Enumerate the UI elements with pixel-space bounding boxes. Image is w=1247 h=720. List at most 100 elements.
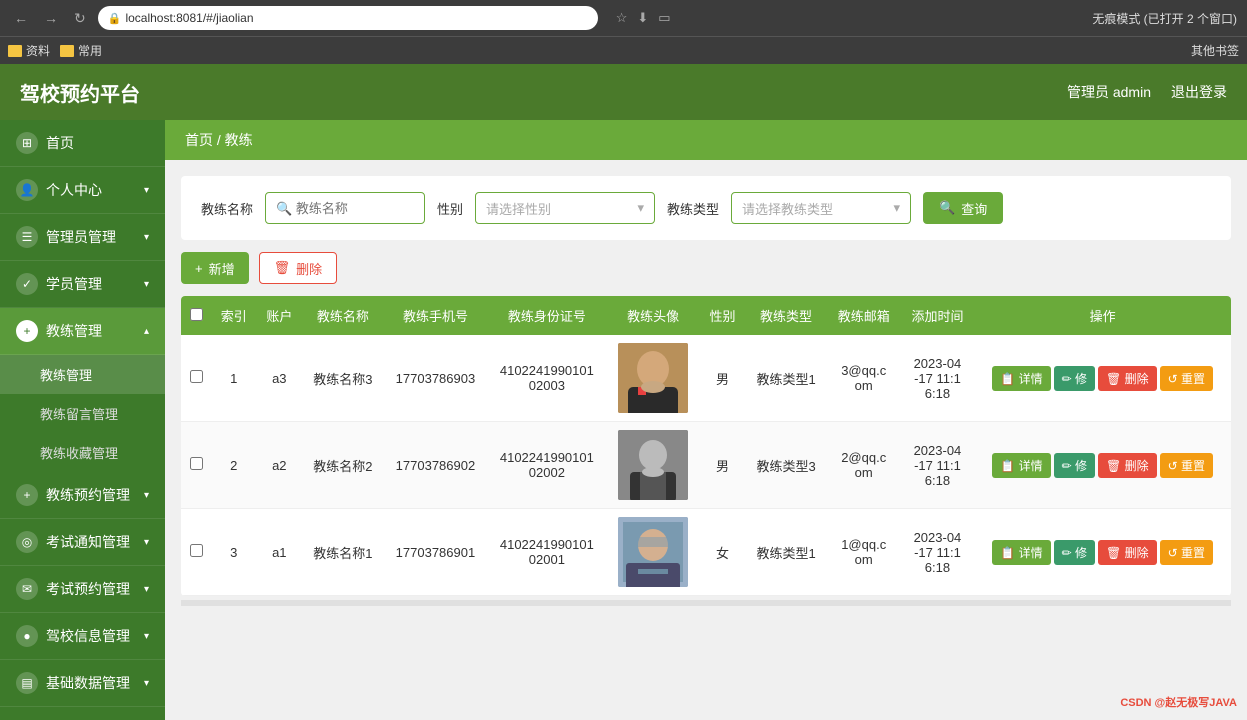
sidebar-admin-label: 管理员管理 (46, 227, 116, 247)
sidebar-item-exam-appt[interactable]: ✉ 考试预约管理 ▾ (0, 566, 165, 613)
coach-table: 索引 账户 教练名称 教练手机号 教练身份证号 教练头像 性别 教练类型 教练邮… (181, 296, 1231, 596)
chevron-down-icon: ▾ (144, 185, 149, 196)
edit-button-2[interactable]: ✏ 修 (1054, 453, 1095, 478)
cell-op: 📋 详情 ✏ 修 🗑 删除 ↺ 重置 (974, 422, 1231, 509)
sidebar-exam-appt-label: 考试预约管理 (46, 579, 130, 599)
select-all-checkbox[interactable] (190, 308, 203, 321)
bookmark-2[interactable]: 常用 (60, 42, 102, 59)
forward-button[interactable]: → (40, 8, 62, 28)
admin-label: 管理员 admin (1067, 82, 1151, 102)
op-buttons: 📋 详情 ✏ 修 🗑 删除 ↺ 重置 (982, 364, 1223, 393)
sidebar-exam-notify-label: 考试通知管理 (46, 532, 130, 552)
select-all-header[interactable] (181, 296, 211, 335)
type-select[interactable]: 请选择教练类型 ▾ (731, 192, 911, 224)
edit-button-3[interactable]: ✏ 修 (1054, 540, 1095, 565)
name-label: 教练名称 (201, 199, 253, 218)
sidebar: ⊞ 首页 👤 个人中心 ▾ ☰ 管理员管理 ▾ ✓ 学员管理 ▾ (0, 120, 165, 720)
cell-op: 📋 详情 ✏ 修 🗑 删除 ↺ 重置 (974, 335, 1231, 422)
url-bar[interactable]: 🔒 localhost:8081/#/jiaolian (98, 6, 598, 30)
cell-phone: 17703786901 (384, 509, 488, 596)
reset-button-3[interactable]: ↺ 重置 (1160, 540, 1213, 565)
row-checkbox[interactable] (190, 544, 203, 557)
cell-type: 教练类型1 (745, 335, 827, 422)
basic-data-icon: ▤ (16, 672, 38, 694)
coach-photo-1 (618, 343, 688, 413)
cell-email: 3@qq.com (827, 335, 901, 422)
sidebar-sub-coach-message[interactable]: 教练留言管理 (0, 394, 165, 433)
gender-placeholder: 请选择性别 (486, 199, 551, 218)
window-icon[interactable]: ▭ (658, 10, 670, 26)
row-checkbox-cell[interactable] (181, 335, 211, 422)
col-name: 教练名称 (302, 296, 384, 335)
col-email: 教练邮箱 (827, 296, 901, 335)
row-delete-button-3[interactable]: 🗑 删除 (1098, 540, 1157, 565)
row-delete-button[interactable]: 🗑 删除 (1098, 366, 1157, 391)
sidebar-sub-coach-collect[interactable]: 教练收藏管理 (0, 433, 165, 472)
cell-op: 📋 详情 ✏ 修 🗑 删除 ↺ 重置 (974, 509, 1231, 596)
batch-delete-button[interactable]: 🗑 删除 (259, 252, 338, 284)
header-right: 管理员 admin 退出登录 (1067, 82, 1227, 102)
sidebar-student-label: 学员管理 (46, 274, 102, 294)
add-button[interactable]: + 新增 (181, 252, 249, 284)
star-icon[interactable]: ☆ (616, 10, 628, 26)
sidebar-item-personal[interactable]: 👤 个人中心 ▾ (0, 167, 165, 214)
sidebar-home-label: 首页 (46, 133, 74, 153)
browser-chrome: ← → ↻ 🔒 localhost:8081/#/jiaolian ☆ ⬇ ▭ … (0, 0, 1247, 36)
row-checkbox[interactable] (190, 370, 203, 383)
cell-name: 教练名称3 (302, 335, 384, 422)
cell-type: 教练类型1 (745, 509, 827, 596)
op-buttons-3: 📋 详情 ✏ 修 🗑 删除 ↺ 重置 (982, 538, 1223, 567)
row-checkbox[interactable] (190, 457, 203, 470)
exam-notify-icon: ◎ (16, 531, 38, 553)
sidebar-coach-appt-label: 教练预约管理 (46, 485, 130, 505)
download-icon[interactable]: ⬇ (637, 10, 648, 26)
type-placeholder: 请选择教练类型 (742, 199, 833, 218)
name-input[interactable] (276, 201, 414, 216)
home-icon: ⊞ (16, 132, 38, 154)
add-label: 新增 (209, 259, 235, 278)
gender-select[interactable]: 请选择性别 ▾ (475, 192, 655, 224)
bookmarks-bar: 资料 常用 其他书签 (0, 36, 1247, 64)
cell-index: 1 (211, 335, 257, 422)
sidebar-item-basic-data[interactable]: ▤ 基础数据管理 ▾ (0, 660, 165, 707)
logout-button[interactable]: 退出登录 (1171, 82, 1227, 102)
action-bar: + 新增 🗑 删除 (181, 252, 1231, 284)
sidebar-item-admin-mgmt[interactable]: ☰ 管理员管理 ▾ (0, 214, 165, 261)
reset-button[interactable]: ↺ 重置 (1160, 366, 1213, 391)
back-button[interactable]: ← (10, 8, 32, 28)
sidebar-item-exam-notify[interactable]: ◎ 考试通知管理 ▾ (0, 519, 165, 566)
sidebar-item-home[interactable]: ⊞ 首页 (0, 120, 165, 167)
name-input-wrapper[interactable] (265, 192, 425, 224)
row-delete-button-2[interactable]: 🗑 删除 (1098, 453, 1157, 478)
sidebar-item-school-info[interactable]: ● 驾校信息管理 ▾ (0, 613, 165, 660)
scroll-bar[interactable] (181, 600, 1231, 606)
cell-gender: 男 (700, 335, 746, 422)
search-button[interactable]: 🔍 查询 (923, 192, 1003, 224)
reset-button-2[interactable]: ↺ 重置 (1160, 453, 1213, 478)
sidebar-item-coach-mgmt[interactable]: + 教练管理 ▴ (0, 308, 165, 355)
edit-button[interactable]: ✏ 修 (1054, 366, 1095, 391)
row-checkbox-cell[interactable] (181, 422, 211, 509)
cell-addtime: 2023-04-17 11:16:18 (901, 509, 975, 596)
detail-button[interactable]: 📋 详情 (992, 366, 1050, 391)
cell-phone: 17703786903 (384, 335, 488, 422)
sidebar-school-label: 驾校信息管理 (46, 626, 130, 646)
refresh-button[interactable]: ↻ (70, 8, 90, 29)
url-text: localhost:8081/#/jiaolian (125, 11, 253, 25)
search-icon: 🔍 (939, 200, 955, 216)
col-photo: 教练头像 (607, 296, 700, 335)
chevron-down-icon-3: ▾ (144, 279, 149, 290)
search-bar: 教练名称 性别 请选择性别 ▾ 教练类型 请选择教练类型 ▾ (181, 176, 1231, 240)
sidebar-sub-coach-manage[interactable]: 教练管理 (0, 355, 165, 394)
sidebar-item-student-mgmt[interactable]: ✓ 学员管理 ▾ (0, 261, 165, 308)
browser-toolbar-icons: ☆ ⬇ ▭ (616, 10, 671, 26)
chevron-down-icon-8: ▾ (144, 678, 149, 689)
detail-button-2[interactable]: 📋 详情 (992, 453, 1050, 478)
cell-account: a3 (257, 335, 303, 422)
row-checkbox-cell[interactable] (181, 509, 211, 596)
bookmarks-right[interactable]: 其他书签 (1191, 42, 1239, 59)
detail-button-3[interactable]: 📋 详情 (992, 540, 1050, 565)
sidebar-item-coach-appt[interactable]: + 教练预约管理 ▾ (0, 472, 165, 519)
bookmark-1[interactable]: 资料 (8, 42, 50, 59)
cell-photo (607, 335, 700, 422)
